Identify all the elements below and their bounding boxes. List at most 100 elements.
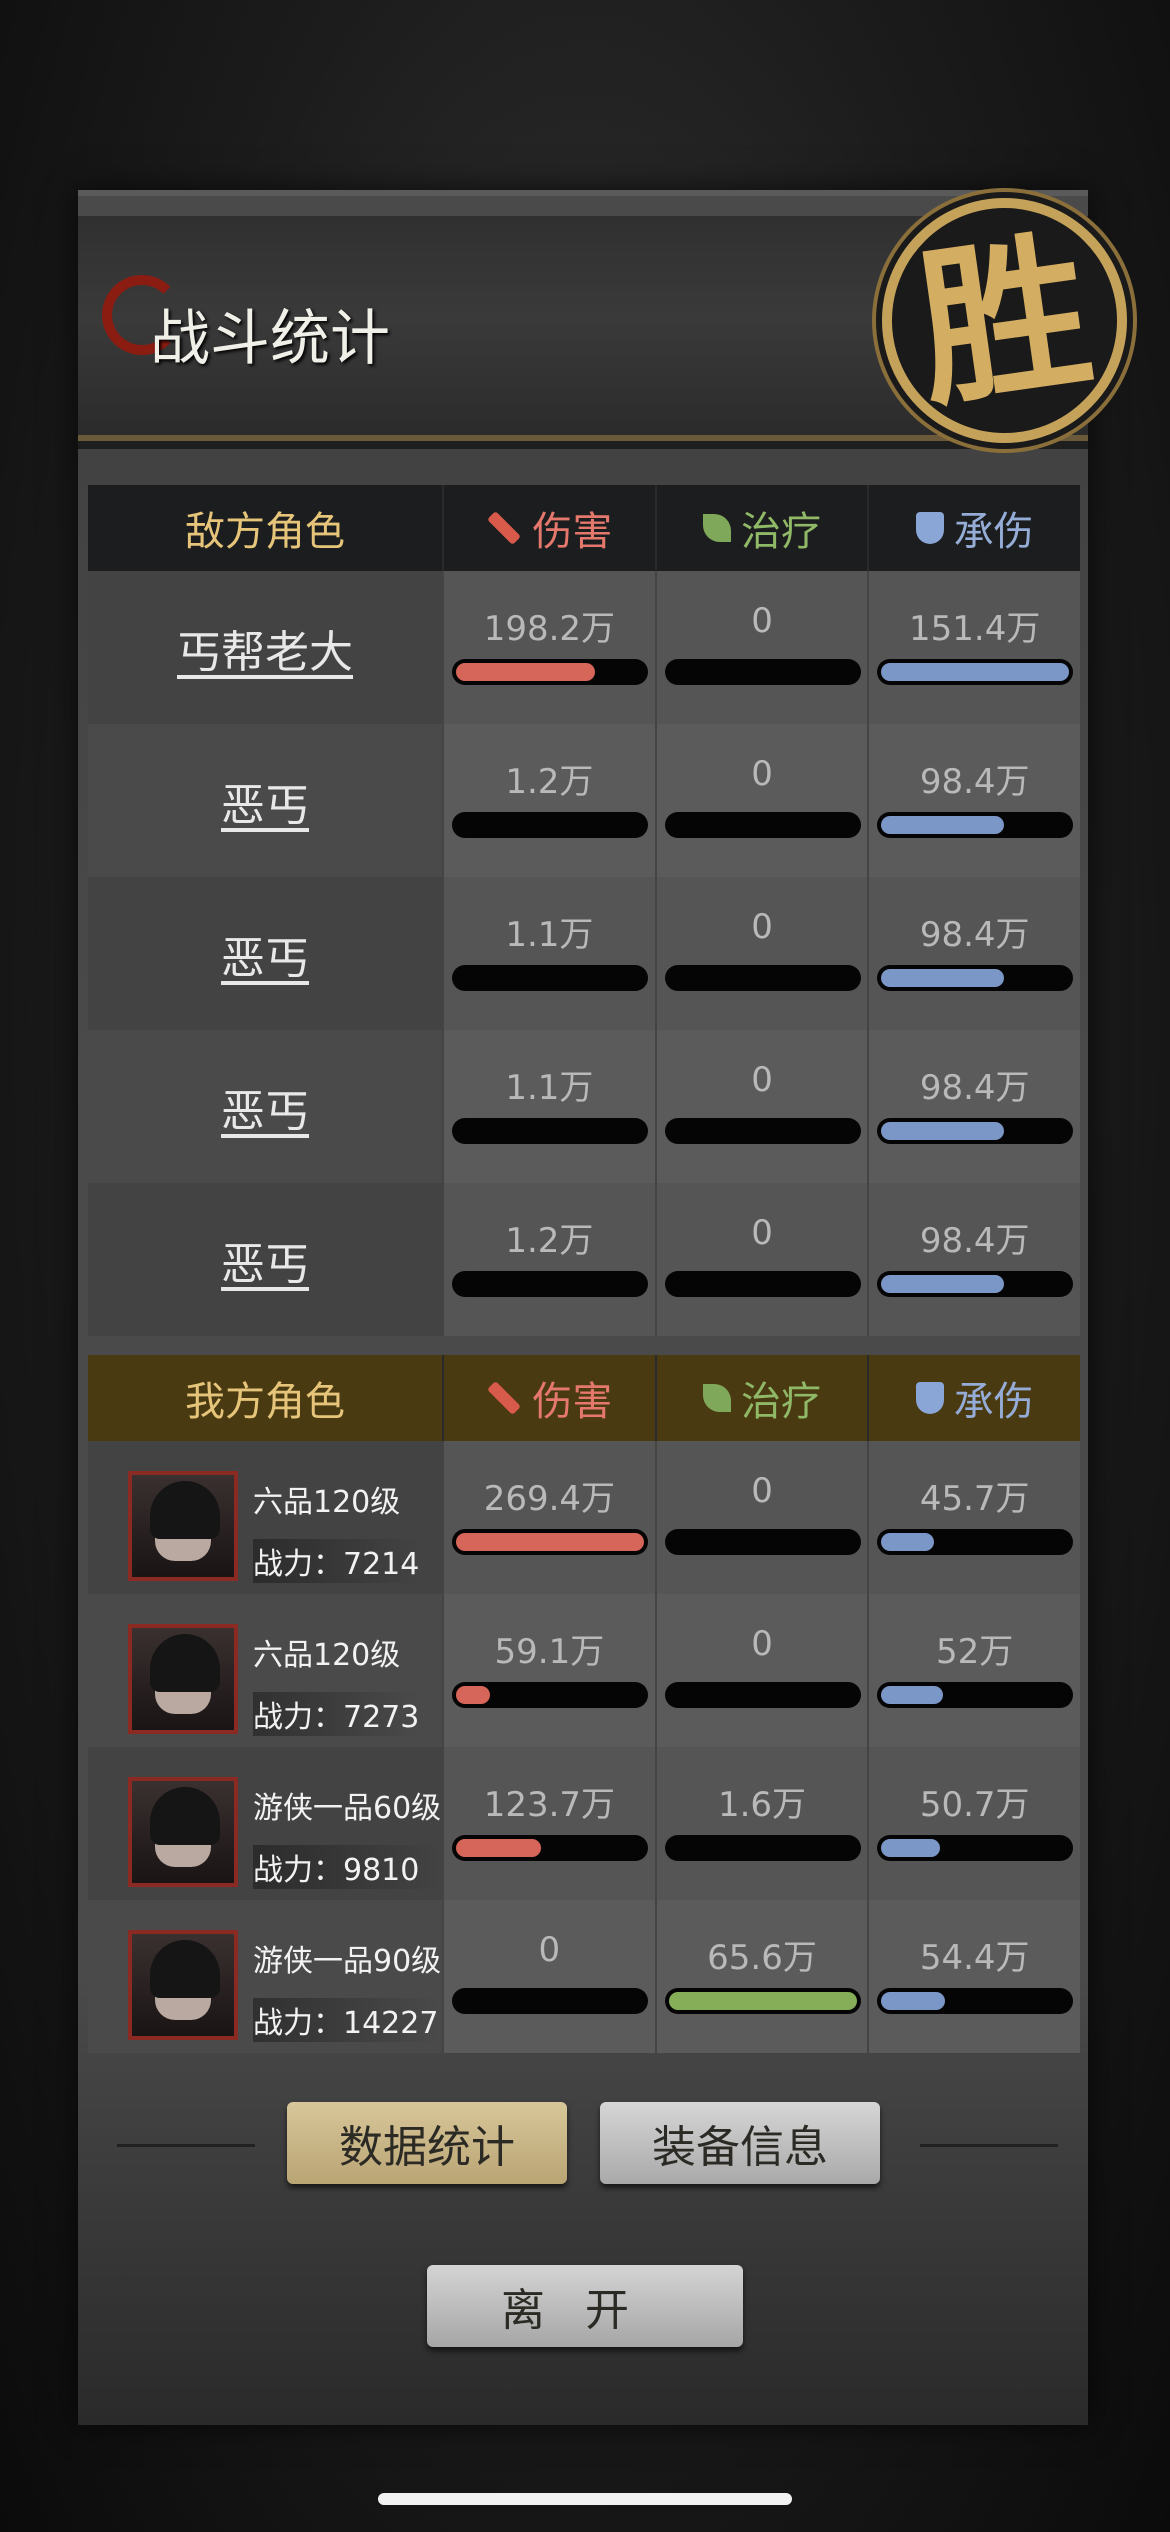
dmg-value: 1.1万 [505,915,594,955]
dmg-cell: 198.2万 [442,571,655,724]
tank-bar-fill [881,1686,944,1704]
enemy-name-cell: 丐帮老大 [88,571,443,724]
shield-icon [915,1382,944,1414]
ally-row[interactable]: 六品120级 战力：7214 269.4万 0 45.7万 [88,1441,1081,1594]
column-heal-label: 治疗 [741,1379,822,1425]
column-tank: 承伤 [867,1355,1080,1441]
enemy-name[interactable]: 恶丐 [221,769,309,833]
tank-value: 50.7万 [919,1785,1030,1825]
tank-cell: 52万 [867,1594,1081,1747]
heal-bar-fill [668,1992,857,2010]
enemy-table-header: 敌方角色 伤害 治疗 承伤 [88,485,1080,571]
ally-power: 战力：9810 [253,1845,442,1889]
dmg-value: 0 [538,1930,561,1970]
heal-cell: 0 [654,724,868,877]
tank-cell: 98.4万 [867,877,1081,1030]
tank-cell: 50.7万 [867,1747,1081,1900]
ally-power: 战力：7214 [253,1539,420,1583]
tank-cell: 98.4万 [867,1030,1081,1183]
tank-value: 98.4万 [919,762,1030,802]
tank-bar-fill [881,1122,1004,1140]
avatar[interactable] [128,1777,238,1887]
ally-rank: 六品120级 [253,1638,401,1673]
ally-info-cell: 游侠一品60级战力：9810 [88,1747,443,1900]
dmg-bar [452,1529,649,1555]
enemy-name[interactable]: 丐帮老大 [177,616,353,680]
tank-bar-fill [881,1533,934,1551]
dmg-bar [452,1835,649,1861]
ally-info-cell: 六品120级 战力：7273 [88,1594,443,1747]
leaf-icon [703,514,732,542]
dmg-bar [452,965,649,991]
heal-cell: 65.6万 [654,1900,868,2053]
dmg-cell: 1.1万 [442,877,655,1030]
ally-meta: 游侠一品60级战力：9810 [253,1783,442,1889]
dmg-bar-fill [456,663,596,681]
tank-cell: 151.4万 [867,571,1081,724]
home-indicator[interactable] [378,2493,792,2505]
enemy-row[interactable]: 丐帮老大 198.2万 0 151.4万 [88,571,1081,724]
ally-row[interactable]: 六品120级 战力：7273 59.1万 0 52万 [88,1594,1081,1747]
enemy-name[interactable]: 恶丐 [221,1228,309,1292]
ally-row[interactable]: 游侠一品90级 战力：14227 0 65.6万 54.4万 [88,1900,1081,2053]
divider-right [920,2144,1058,2147]
ally-info-cell: 六品120级战力：7214 [88,1441,443,1594]
ally-table-header: 我方角色 伤害 治疗 承伤 [88,1355,1080,1441]
heal-cell: 0 [654,877,868,1030]
heal-cell: 1.6万 [654,1747,868,1900]
tank-cell: 54.4万 [867,1900,1081,2053]
column-heal: 治疗 [654,1355,868,1441]
dmg-value: 198.2万 [483,609,616,649]
ally-row[interactable]: 游侠一品60级战力：9810 123.7万 1.6万 50.7万 [88,1747,1081,1900]
ally-meta: 六品120级战力：7214 [253,1477,420,1583]
tank-bar [877,1118,1074,1144]
tank-bar [877,1529,1074,1555]
heal-bar [664,1682,861,1708]
column-heal: 治疗 [654,485,868,571]
enemy-row[interactable]: 恶丐 1.2万 0 98.4万 [88,724,1081,877]
dmg-bar-fill [456,1839,541,1857]
dmg-value: 1.1万 [505,1068,594,1108]
tank-bar [877,659,1074,685]
tank-value: 98.4万 [919,1221,1030,1261]
dmg-cell: 1.2万 [442,724,655,877]
ally-rank: 游侠一品60级 [253,1791,442,1826]
tank-bar-fill [881,663,1070,681]
enemy-row[interactable]: 恶丐 1.2万 0 98.4万 [88,1183,1081,1336]
column-damage: 伤害 [442,1355,655,1441]
hair-shape [150,1787,220,1845]
avatar[interactable] [128,1471,238,1581]
column-tank-label: 承伤 [953,1379,1034,1425]
heal-bar [664,965,861,991]
leaf-icon [703,1384,732,1412]
victory-seal-text: 胜 [906,209,1103,432]
heal-value: 0 [751,907,773,947]
sword-icon [487,1381,522,1415]
column-tank: 承伤 [867,485,1080,571]
enemy-name[interactable]: 恶丐 [221,1075,309,1139]
heal-bar [664,659,861,685]
heal-value: 0 [751,1471,773,1511]
tank-bar-fill [881,1839,940,1857]
tank-bar-fill [881,969,1004,987]
heal-cell: 0 [654,571,868,724]
ally-meta: 六品120级 战力：7273 [253,1630,420,1736]
equipment-info-button[interactable]: 装备信息 [600,2102,880,2184]
tank-value: 151.4万 [909,609,1041,649]
enemy-row[interactable]: 恶丐 1.1万 0 98.4万 [88,877,1081,1030]
dmg-cell: 123.7万 [442,1747,655,1900]
dmg-value: 1.2万 [505,762,594,802]
enemy-name[interactable]: 恶丐 [221,922,309,986]
dmg-value: 59.1万 [494,1632,605,1672]
dmg-value: 1.2万 [505,1221,594,1261]
enemy-row[interactable]: 恶丐 1.1万 0 98.4万 [88,1030,1081,1183]
tank-value: 98.4万 [919,1068,1030,1108]
avatar[interactable] [128,1624,238,1734]
divider-left [117,2144,255,2147]
heal-cell: 0 [654,1030,868,1183]
data-stats-button[interactable]: 数据统计 [287,2102,567,2184]
dmg-bar-fill [456,1533,645,1551]
avatar[interactable] [128,1930,238,2040]
ally-rank: 六品120级 [253,1485,401,1520]
leave-button[interactable]: 离开 [427,2265,743,2347]
